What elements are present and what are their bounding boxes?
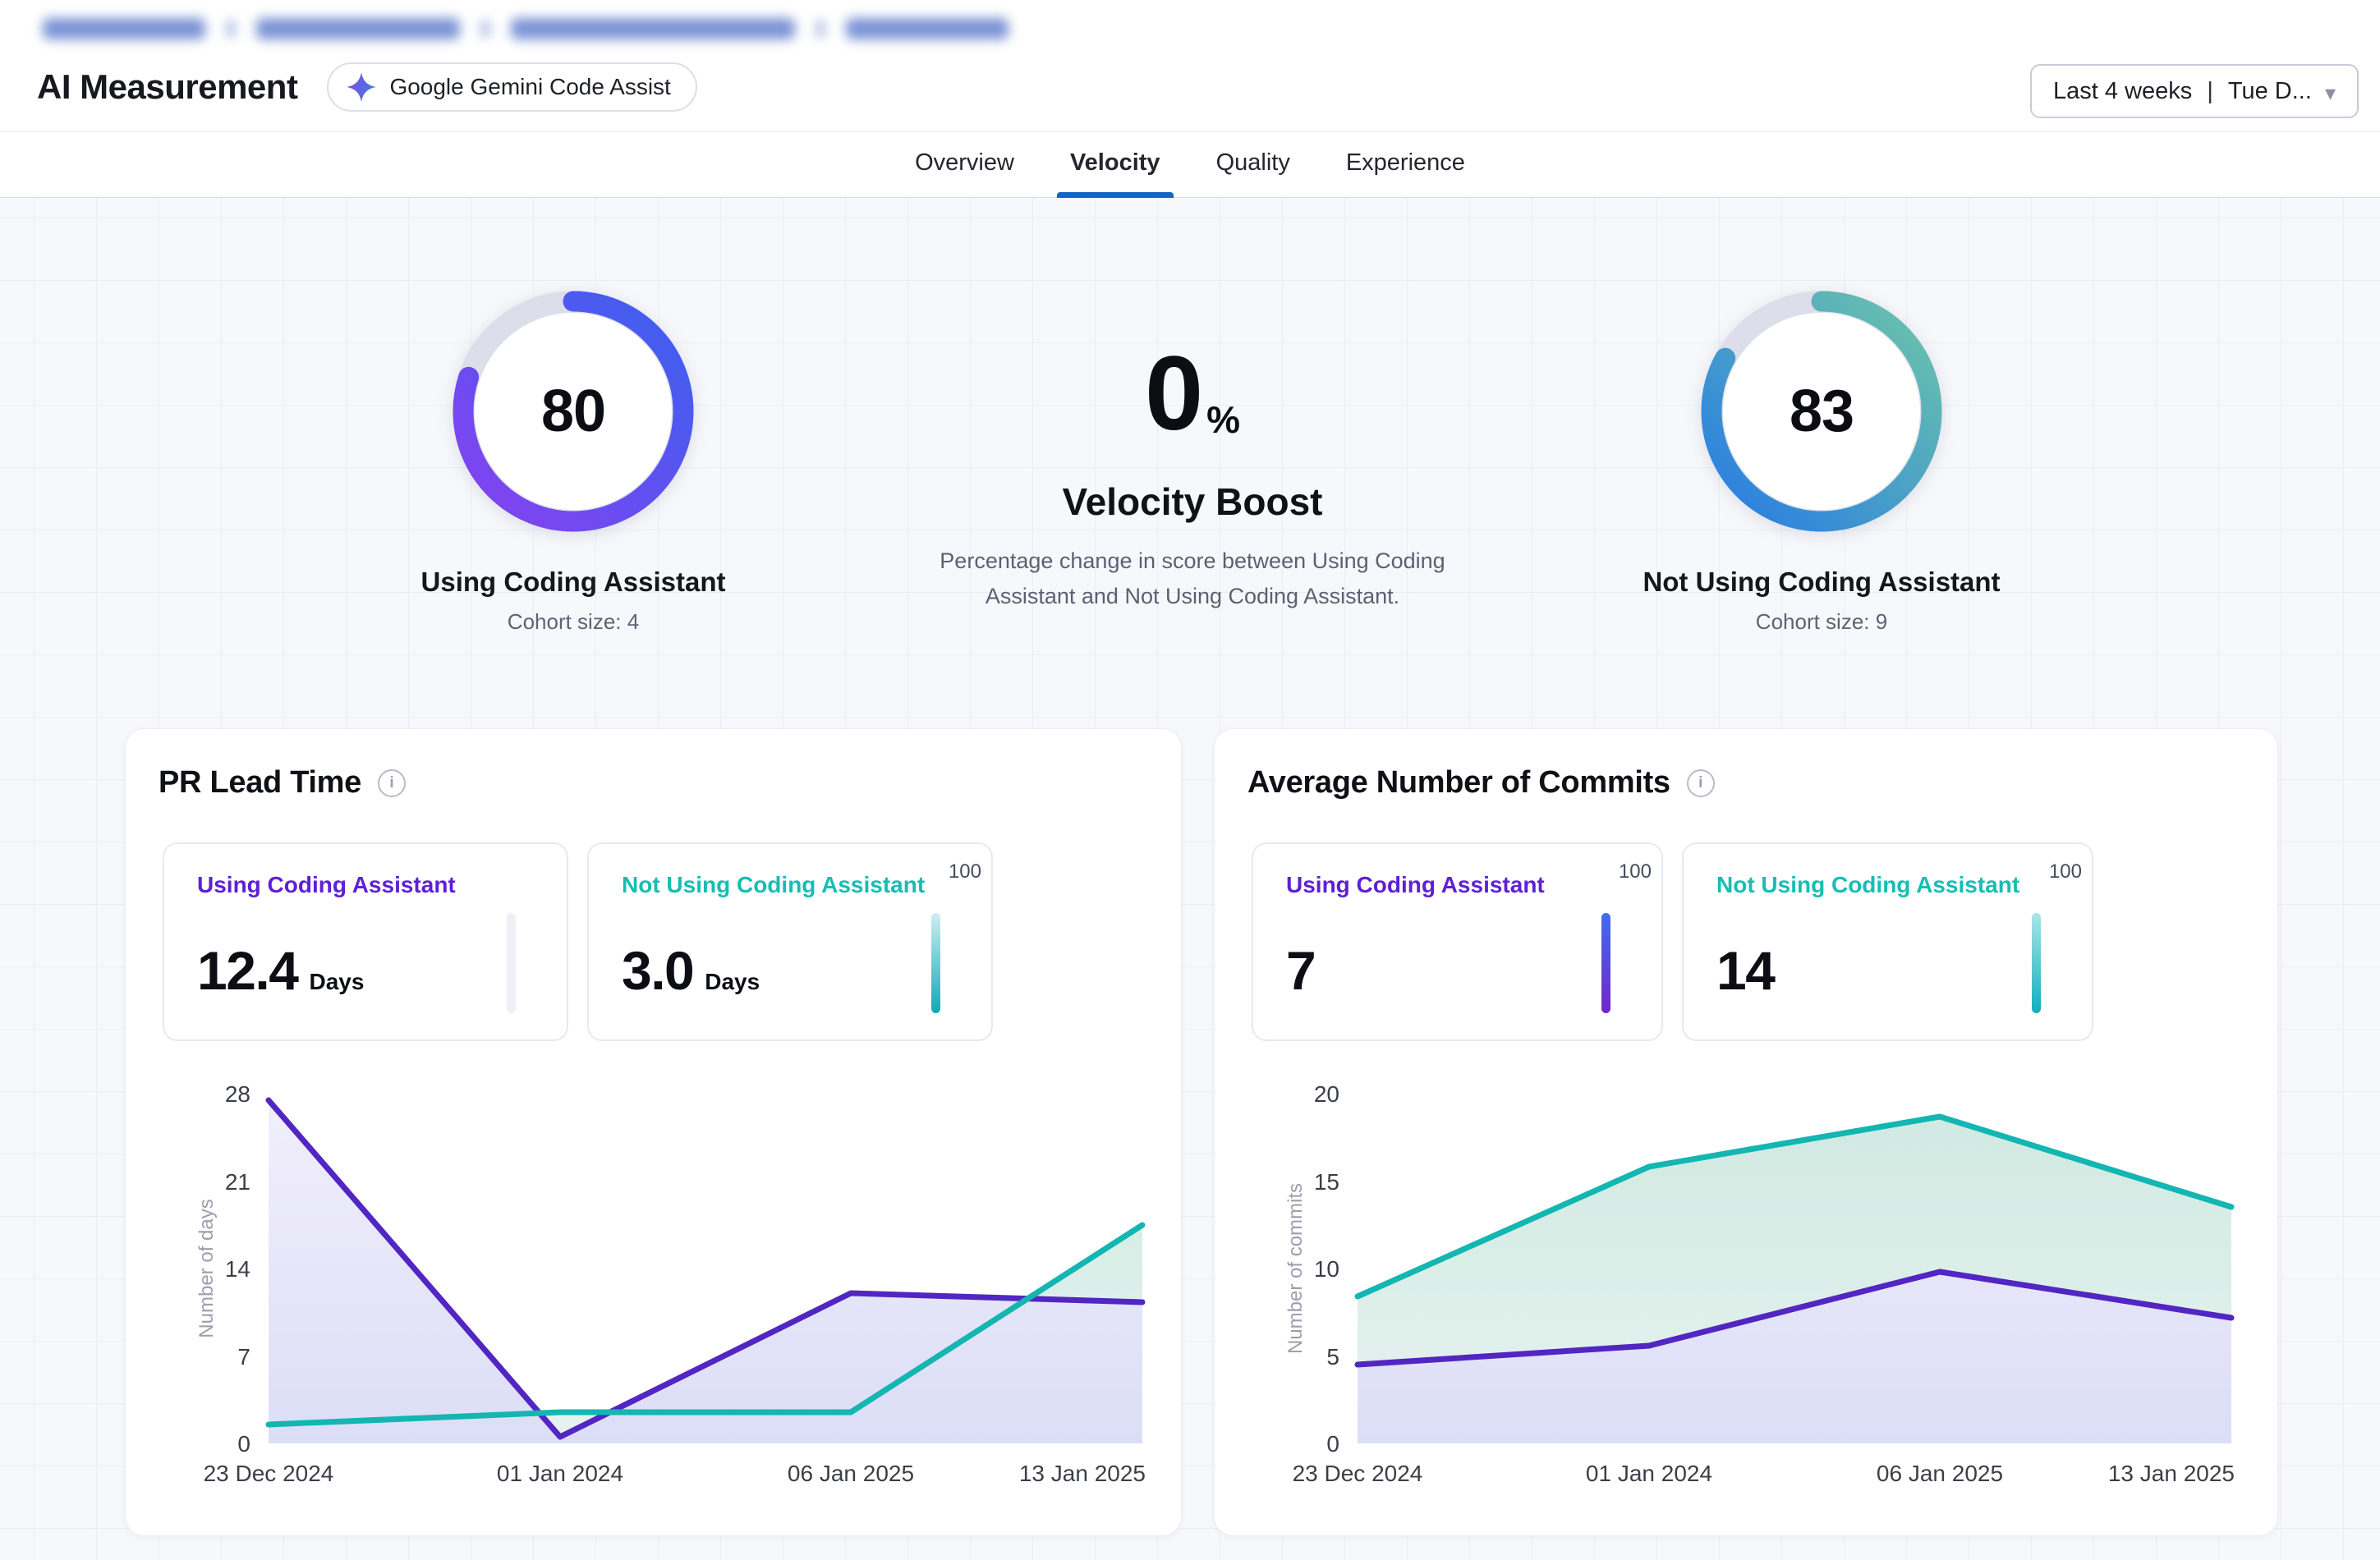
gauge-label: Using Coding Assistant [310, 567, 836, 598]
svg-text:10: 10 [1314, 1256, 1339, 1282]
breadcrumb-separator [227, 20, 235, 38]
stat-label: Not Using Coding Assistant [622, 872, 925, 898]
stat-value: 14 [1716, 939, 1774, 1002]
header-divider [0, 131, 2380, 132]
score-gauge-using-assistant: 80 [450, 288, 696, 535]
svg-text:01 Jan 2024: 01 Jan 2024 [497, 1461, 623, 1486]
svg-text:06 Jan 2025: 06 Jan 2025 [788, 1461, 914, 1486]
svg-text:Number of commits: Number of commits [1284, 1183, 1307, 1354]
stat-label: Using Coding Assistant [1286, 872, 1545, 898]
boost-title: Velocity Boost [921, 479, 1463, 524]
card-title: PR Lead Time [159, 765, 361, 801]
svg-text:06 Jan 2025: 06 Jan 2025 [1877, 1461, 2003, 1486]
stat-using-assistant: Using Coding Assistant 12.4 Days [163, 842, 568, 1041]
date-range-select[interactable]: Last 4 weeks | Tue D... ▾ [2030, 64, 2359, 118]
avg-commits-chart: 0 5 10 15 20 23 Dec 2024 01 Jan 2024 06 Jan 202… [1216, 1064, 2272, 1524]
tab-overview[interactable]: Overview [912, 149, 1018, 197]
svg-text:13 Jan 2025: 13 Jan 2025 [2108, 1461, 2235, 1486]
gauge-label: Not Using Coding Assistant [1559, 567, 2084, 598]
svg-text:23 Dec 2024: 23 Dec 2024 [1293, 1461, 1423, 1486]
stat-label: Not Using Coding Assistant [1716, 872, 2019, 898]
scale-bar [2032, 913, 2041, 1013]
avg-commits-card: Average Number of Commits i Using Coding… [1214, 728, 2278, 1536]
boost-value: 0 [1145, 342, 1203, 447]
tab-experience[interactable]: Experience [1343, 149, 1468, 197]
svg-text:15: 15 [1314, 1169, 1339, 1195]
gauge-score: 83 [1698, 288, 1945, 535]
svg-text:20: 20 [1314, 1081, 1339, 1107]
gemini-code-assist-badge[interactable]: Google Gemini Code Assist [327, 62, 696, 112]
gauge-score: 80 [450, 288, 696, 535]
pr-lead-time-chart: 0 7 14 21 28 23 Dec 2024 01 Jan 2024 06 Jan 202… [127, 1064, 1183, 1524]
stat-not-using-assistant: Not Using Coding Assistant 14 100 [1682, 842, 2093, 1041]
scale-bar [507, 913, 516, 1013]
svg-text:0: 0 [237, 1431, 250, 1457]
info-icon[interactable]: i [1687, 769, 1715, 797]
badge-label: Google Gemini Code Assist [389, 74, 670, 100]
tab-velocity[interactable]: Velocity [1067, 149, 1164, 197]
page-title: AI Measurement [37, 67, 297, 107]
breadcrumb-separator [816, 20, 825, 38]
cohort-size: Cohort size: 4 [310, 609, 836, 635]
svg-text:13 Jan 2025: 13 Jan 2025 [1019, 1461, 1146, 1486]
scale-max-label: 100 [2049, 860, 2082, 883]
stat-label: Using Coding Assistant [197, 872, 456, 898]
stat-value: 3.0 [622, 939, 693, 1002]
svg-text:21: 21 [225, 1169, 250, 1195]
stat-value: 7 [1286, 939, 1315, 1002]
svg-text:0: 0 [1326, 1431, 1339, 1457]
stat-not-using-assistant: Not Using Coding Assistant 3.0 Days 100 [587, 842, 993, 1041]
stat-value: 12.4 [197, 939, 297, 1002]
breadcrumb-item-redacted[interactable] [846, 18, 1009, 39]
chevron-down-icon: ▾ [2325, 80, 2336, 106]
stat-using-assistant: Using Coding Assistant 7 100 [1252, 842, 1663, 1041]
breadcrumb-item-redacted[interactable] [43, 18, 205, 39]
scale-max-label: 100 [949, 860, 981, 883]
pr-lead-time-card: PR Lead Time i Using Coding Assistant 12… [125, 728, 1182, 1536]
svg-text:Number of days: Number of days [195, 1199, 218, 1337]
breadcrumb-item-redacted[interactable] [256, 18, 460, 39]
stat-unit: Days [705, 969, 760, 995]
date-range-primary: Last 4 weeks [2053, 78, 2192, 105]
scale-max-label: 100 [1619, 860, 1652, 883]
svg-text:5: 5 [1326, 1344, 1339, 1370]
stat-unit: Days [309, 969, 364, 995]
boost-description: Percentage change in score between Using… [938, 544, 1447, 614]
info-icon[interactable]: i [378, 769, 406, 797]
tab-quality[interactable]: Quality [1213, 149, 1293, 197]
velocity-boost-block: 0 % Velocity Boost Percentage change in … [921, 342, 1463, 614]
breadcrumb-item-redacted[interactable] [511, 18, 795, 39]
date-range-separator: | [2205, 78, 2215, 105]
date-range-secondary: Tue D... [2228, 78, 2312, 105]
gemini-sparkle-icon [347, 72, 376, 102]
breadcrumb[interactable] [43, 15, 1009, 43]
svg-text:23 Dec 2024: 23 Dec 2024 [204, 1461, 334, 1486]
svg-text:14: 14 [225, 1256, 250, 1282]
cohort-size: Cohort size: 9 [1559, 609, 2084, 635]
svg-text:28: 28 [225, 1081, 250, 1107]
tab-bar: Overview Velocity Quality Experience [0, 138, 2380, 198]
svg-text:7: 7 [237, 1344, 250, 1370]
score-gauge-not-using-assistant: 83 [1698, 288, 1945, 535]
scale-bar [1601, 913, 1610, 1013]
scale-bar [931, 913, 940, 1013]
card-title: Average Number of Commits [1247, 765, 1670, 801]
breadcrumb-separator [481, 20, 489, 38]
boost-unit: % [1206, 397, 1240, 447]
svg-text:01 Jan 2024: 01 Jan 2024 [1586, 1461, 1712, 1486]
